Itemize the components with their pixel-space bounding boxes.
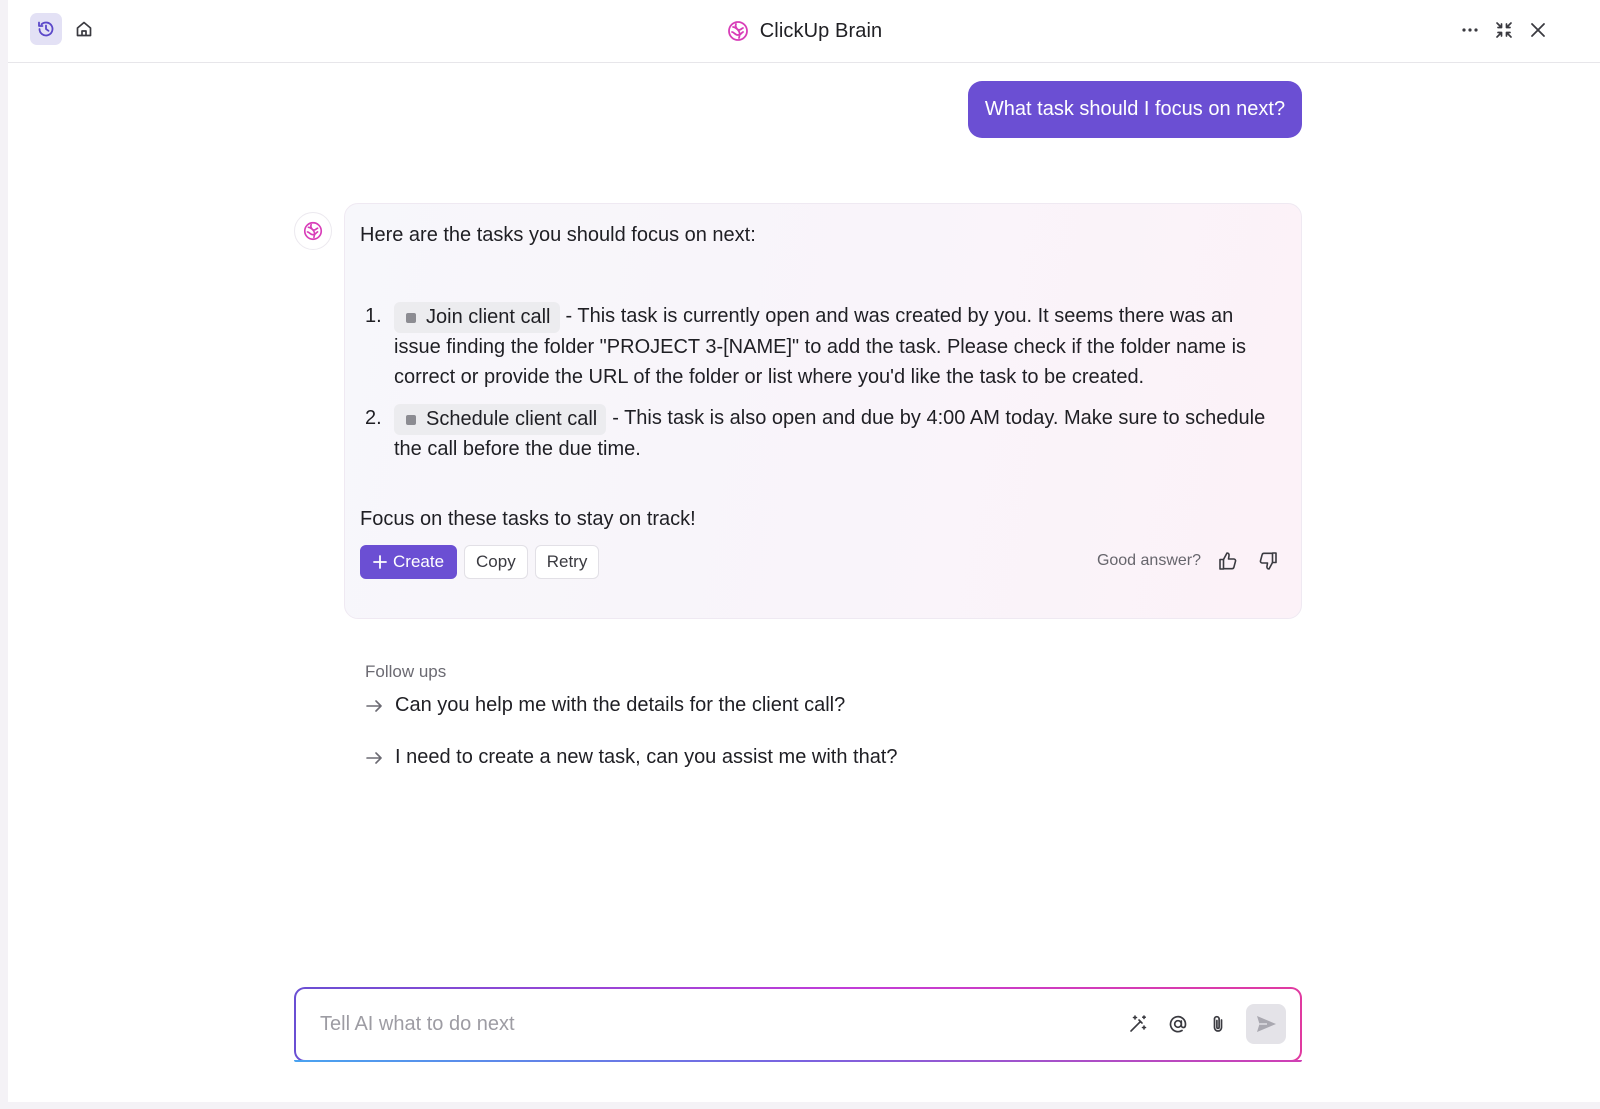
retry-button[interactable]: Retry	[534, 545, 600, 579]
at-sign-icon	[1169, 1015, 1187, 1033]
followups-title: Follow ups	[365, 662, 447, 681]
mention-button[interactable]	[1164, 1010, 1192, 1038]
composer-inner	[294, 989, 1302, 1062]
brain-window: ClickUp Brain What task should I focus o…	[8, 0, 1600, 1102]
collapse-icon	[1496, 22, 1512, 38]
header: ClickUp Brain	[8, 0, 1600, 63]
home-icon	[76, 21, 92, 37]
thumbs-up-icon	[1219, 552, 1237, 570]
create-button[interactable]: Create	[360, 545, 458, 579]
more-button[interactable]	[1454, 14, 1486, 46]
send-icon	[1257, 1016, 1276, 1032]
thumbs-down-icon	[1259, 552, 1277, 570]
answer-outro: Focus on these tasks to stay on track!	[360, 508, 696, 530]
plus-icon	[373, 555, 387, 569]
task-chip-schedule-client-call[interactable]: Schedule client call	[394, 404, 607, 435]
ai-magic-button[interactable]	[1124, 1010, 1152, 1038]
copy-button-label: Copy	[476, 552, 516, 571]
task-list-item: 1. Join client call - This task is curren…	[360, 302, 1270, 392]
history-button[interactable]	[30, 13, 62, 45]
more-icon	[1462, 28, 1478, 32]
ai-prompt-composer	[294, 987, 1302, 1062]
collapse-button[interactable]	[1488, 14, 1520, 46]
followup-text: I need to create a new task, can you ass…	[395, 746, 898, 768]
home-button[interactable]	[68, 13, 100, 45]
history-icon	[38, 21, 54, 37]
ai-avatar	[294, 212, 332, 250]
task-list-item: 2. Schedule client call - This task is al…	[360, 404, 1270, 465]
list-number: 1.	[365, 305, 382, 327]
close-icon	[1531, 23, 1545, 37]
title-bar: ClickUp Brain	[8, 0, 1600, 62]
answer-actions: Create Copy Retry	[360, 545, 600, 579]
paperclip-icon	[1213, 1015, 1223, 1032]
task-list: 1. Join client call - This task is curren…	[360, 302, 1270, 477]
task-status-icon	[406, 414, 416, 425]
prompt-input[interactable]	[320, 989, 1080, 1060]
thumbs-up-button[interactable]	[1215, 548, 1241, 574]
user-message-text: What task should I focus on next?	[984, 98, 1286, 120]
followup-text: Can you help me with the details for the…	[395, 694, 846, 716]
close-button[interactable]	[1522, 14, 1554, 46]
magic-wand-icon	[1130, 1015, 1147, 1032]
send-button[interactable]	[1246, 1004, 1286, 1044]
copy-button[interactable]: Copy	[464, 545, 528, 579]
user-message-bubble: What task should I focus on next?	[968, 81, 1302, 138]
clickup-brain-logo-icon	[727, 21, 748, 41]
arrow-right-icon	[366, 751, 382, 764]
task-chip-join-client-call[interactable]: Join client call	[394, 302, 560, 333]
thumbs-down-button[interactable]	[1255, 548, 1281, 574]
followup-item[interactable]: I need to create a new task, can you ass…	[365, 746, 898, 769]
followup-item[interactable]: Can you help me with the details for the…	[365, 694, 845, 717]
retry-button-label: Retry	[546, 552, 588, 571]
task-chip-label: Join client call	[426, 305, 551, 328]
attach-button[interactable]	[1204, 1010, 1232, 1038]
app-title: ClickUp Brain	[759, 19, 883, 42]
composer-tools	[1124, 1004, 1286, 1044]
task-status-icon	[406, 312, 416, 323]
task-chip-label: Schedule client call	[426, 407, 598, 430]
clickup-brain-logo-icon	[303, 221, 323, 241]
create-button-label: Create	[393, 552, 445, 571]
arrow-right-icon	[366, 699, 382, 712]
feedback-label: Good answer?	[1096, 552, 1201, 569]
list-number: 2.	[365, 407, 382, 429]
answer-intro: Here are the tasks you should focus on n…	[360, 224, 756, 246]
answer-feedback: Good answer?	[1097, 548, 1281, 574]
ai-answer-card: Here are the tasks you should focus on n…	[344, 203, 1302, 619]
